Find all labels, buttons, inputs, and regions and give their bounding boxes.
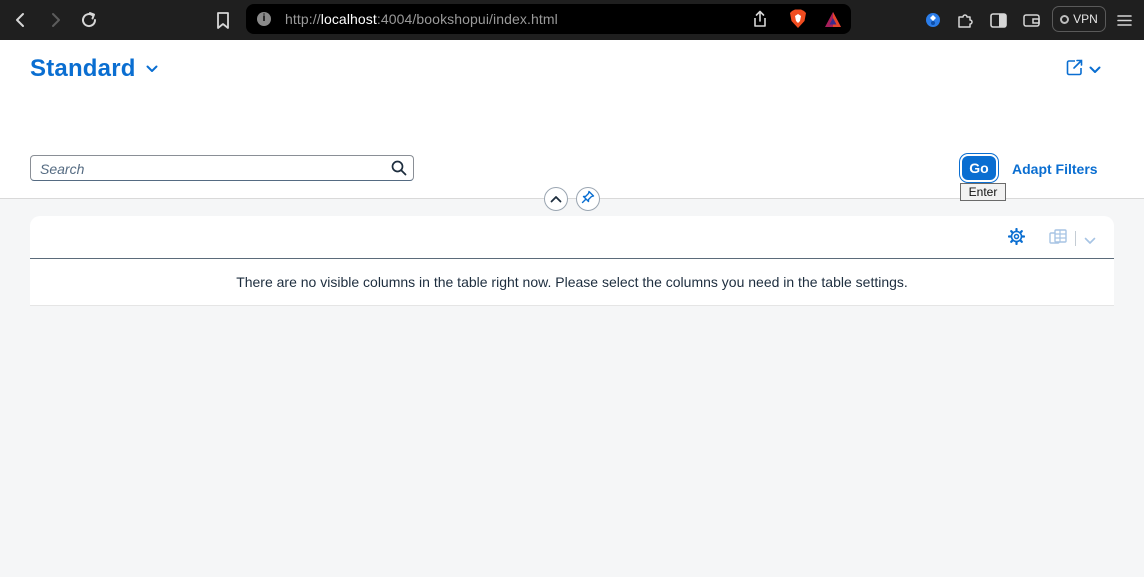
menu-icon[interactable] [1112, 8, 1136, 32]
chevron-down-icon[interactable] [1084, 232, 1096, 250]
bookmark-icon[interactable] [211, 8, 235, 32]
back-icon[interactable] [9, 8, 33, 32]
table-toolbar [30, 216, 1114, 259]
variant-title: Standard [30, 55, 136, 82]
forward-icon[interactable] [43, 8, 67, 32]
sidebar-icon[interactable] [986, 8, 1010, 32]
browser-toolbar: i http://localhost:4004/bookshopui/index… [0, 0, 1144, 40]
vpn-button[interactable]: VPN [1052, 6, 1106, 32]
share-menu-button[interactable] [1066, 59, 1101, 81]
vpn-label: VPN [1073, 12, 1098, 26]
pin-header-button[interactable] [576, 187, 600, 211]
extension-icon[interactable] [921, 8, 945, 32]
brave-shield-icon[interactable] [786, 7, 810, 31]
wallet-icon[interactable] [1019, 8, 1043, 32]
adapt-filters-button[interactable]: Adapt Filters [1012, 161, 1098, 177]
brave-rewards-icon[interactable] [821, 7, 845, 31]
vpn-status-icon [1060, 14, 1070, 24]
filter-bar-header: Standard Search Go Adapt Filters Enter [0, 40, 1144, 211]
go-tooltip: Enter [960, 183, 1006, 201]
variant-management[interactable]: Standard [30, 55, 158, 83]
collapse-header-button[interactable] [544, 187, 568, 211]
chevron-down-icon [1089, 61, 1101, 79]
share-icon[interactable] [748, 7, 772, 31]
address-bar[interactable]: i http://localhost:4004/bookshopui/index… [246, 4, 851, 34]
settings-gear-icon[interactable] [1007, 227, 1026, 250]
search-placeholder: Search [40, 161, 85, 177]
table-panel: There are no visible columns in the tabl… [30, 216, 1114, 306]
reload-icon[interactable] [77, 8, 101, 32]
site-info-icon[interactable]: i [257, 12, 271, 26]
toolbar-separator [1075, 231, 1076, 246]
pin-icon [581, 190, 595, 209]
search-icon[interactable] [391, 160, 407, 181]
search-input[interactable]: Search [30, 155, 414, 181]
chevron-down-icon[interactable] [146, 60, 158, 78]
no-data-message: There are no visible columns in the tabl… [236, 274, 908, 290]
share-icon [1066, 59, 1083, 81]
url-text: http://localhost:4004/bookshopui/index.h… [285, 11, 558, 27]
export-spreadsheet-icon[interactable] [1049, 229, 1067, 251]
puzzle-icon[interactable] [953, 8, 977, 32]
chevron-up-icon [550, 190, 562, 208]
go-button[interactable]: Go [962, 156, 996, 180]
